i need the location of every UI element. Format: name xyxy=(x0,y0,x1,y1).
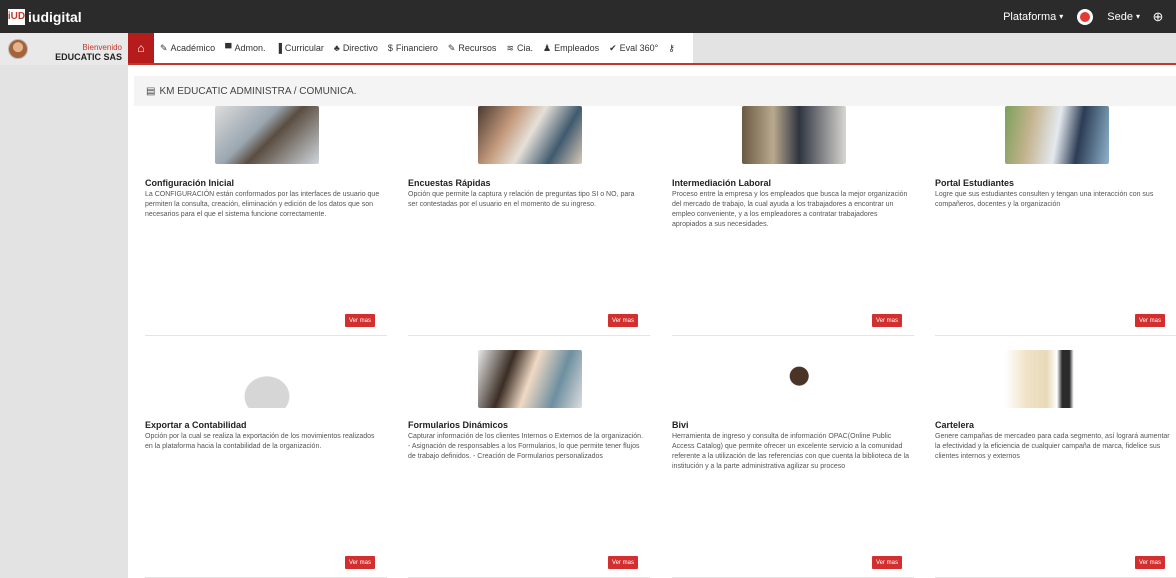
ver-mas-button[interactable]: Ver mas xyxy=(345,556,375,569)
module-card: Configuración Inicial La CONFIGURACIÓN es… xyxy=(145,106,387,336)
home-icon[interactable]: ⌂ xyxy=(128,33,154,63)
card-title: Exportar a Contabilidad xyxy=(145,420,247,430)
module-card: Intermediación Laboral Proceso entre la e… xyxy=(672,106,914,336)
card-title: Cartelera xyxy=(935,420,975,430)
card-title: Bivi xyxy=(672,420,689,430)
card-description: Genere campañas de mercadeo para cada se… xyxy=(935,433,1170,460)
ver-mas-button[interactable]: Ver mas xyxy=(608,556,638,569)
section-title: KM EDUCATIC ADMINISTRA / COMUNICA. xyxy=(159,85,357,97)
ver-mas-button[interactable]: Ver mas xyxy=(1135,556,1165,569)
wrench-icon: ✎ xyxy=(447,42,456,53)
sede-dropdown[interactable]: Sede ▾ xyxy=(1107,11,1140,23)
menu-item-label: Académico xyxy=(170,43,216,53)
module-card: Portal Estudiantes Logre que sus estudian… xyxy=(935,106,1176,336)
card-description: Logre que sus estudiantes consulten y te… xyxy=(935,191,1154,208)
card-image xyxy=(478,350,582,408)
module-card: Cartelera Genere campañas de mercadeo par… xyxy=(935,348,1176,578)
users-icon: ♣ xyxy=(333,43,340,53)
key-icon: ⚷ xyxy=(668,42,675,53)
menu-item-label: Directivo xyxy=(342,43,378,53)
list-icon: ▤ xyxy=(146,85,156,97)
avatar[interactable] xyxy=(8,39,28,59)
menu-item-label: Eval 360° xyxy=(619,43,659,53)
card-image xyxy=(215,106,319,164)
card-description: La CONFIGURACIÓN están conformados por l… xyxy=(145,191,380,218)
menu-item-label: Admon. xyxy=(234,43,266,53)
module-card: Bivi Herramienta de ingreso y consulta de… xyxy=(672,348,914,578)
card-description: Opción por la cual se realiza la exporta… xyxy=(145,433,375,450)
card-title: Portal Estudiantes xyxy=(935,178,1015,188)
card-title: Configuración Inicial xyxy=(145,178,235,188)
card-image xyxy=(742,106,846,164)
menu-item-acad-mico[interactable]: ✎ Académico xyxy=(160,43,215,54)
menu-item-admon[interactable]: ▀ Admon. xyxy=(225,43,265,53)
ver-mas-button[interactable]: Ver mas xyxy=(1135,314,1165,327)
globe-icon[interactable]: ⊕ xyxy=(1140,9,1176,25)
pencil-icon: ✎ xyxy=(160,42,168,53)
menu-item-directivo[interactable]: ♣ Directivo xyxy=(334,43,378,53)
card-title: Encuestas Rápidas xyxy=(408,178,491,188)
main-menu: ⌂ ✎ Académico ▀ Admon. ▐ Curricular ♣ Directivo… xyxy=(128,33,1176,65)
user-box: Bienvenido EDUCATIC SAS xyxy=(0,33,128,65)
menu-item-label: Curricular xyxy=(284,43,324,53)
menu-item-label: Financiero xyxy=(395,43,438,53)
welcome-text: Bienvenido xyxy=(82,43,122,52)
card-description: Capturar información de los clientes Int… xyxy=(408,433,644,460)
platform-label: Plataforma xyxy=(1003,10,1057,23)
logo-mark: iUD xyxy=(8,8,25,25)
menu-item-label: Cia. xyxy=(516,43,533,53)
check-circle-icon: ✔ xyxy=(609,42,617,53)
book-icon: ▐ xyxy=(275,43,282,53)
card-description: Herramienta de ingreso y consulta de inf… xyxy=(672,433,909,470)
ver-mas-button[interactable]: Ver mas xyxy=(872,556,902,569)
card-description: Opción que permite la captura y relación… xyxy=(408,191,635,208)
ver-mas-button[interactable]: Ver mas xyxy=(872,314,902,327)
card-title: Formularios Dinámicos xyxy=(408,420,509,430)
ver-mas-button[interactable]: Ver mas xyxy=(345,314,375,327)
dollar-icon: $ xyxy=(387,43,393,53)
company-name: EDUCATIC SAS xyxy=(55,52,122,62)
ver-mas-button[interactable]: Ver mas xyxy=(608,314,638,327)
module-card: Formularios Dinámicos Capturar informació… xyxy=(408,348,650,578)
chevron-down-icon: ▾ xyxy=(1059,12,1064,21)
menu-item-recursos[interactable]: ✎ Recursos xyxy=(448,43,497,54)
database-icon: ≋ xyxy=(506,42,514,53)
card-image xyxy=(1005,350,1109,408)
menu-item-financiero[interactable]: $ Financiero xyxy=(388,43,438,53)
menu-items: ✎ Académico ▀ Admon. ▐ Curricular ♣ Directivo $ F… xyxy=(154,33,693,63)
module-card: Exportar a Contabilidad Opción por la cua… xyxy=(145,348,387,578)
menu-item-key[interactable]: ⚷ xyxy=(668,43,675,54)
top-right-controls: Plataforma ▾ Sede ▾ ⊕ xyxy=(1003,0,1176,33)
swirl-logo-icon[interactable] xyxy=(1077,8,1094,25)
card-description: Proceso entre la empresa y los empleados… xyxy=(672,191,908,228)
menu-item-label: Empleados xyxy=(554,43,600,53)
menu-filler xyxy=(692,33,1176,63)
sidebar: Bienvenido EDUCATIC SAS xyxy=(0,33,128,578)
menu-item-empleados[interactable]: ♟ Empleados xyxy=(543,43,599,54)
section-header: ▤ KM EDUCATIC ADMINISTRA / COMUNICA. xyxy=(134,76,1176,106)
brand-name: iudigital xyxy=(28,8,82,25)
card-image xyxy=(742,350,846,408)
briefcase-icon: ▀ xyxy=(225,43,232,53)
card-title: Intermediación Laboral xyxy=(672,178,772,188)
menu-item-eval-360[interactable]: ✔ Eval 360° xyxy=(609,43,658,54)
sede-label: Sede xyxy=(1107,10,1133,23)
module-card: Encuestas Rápidas Opción que permite la c… xyxy=(408,106,650,336)
employees-icon: ♟ xyxy=(543,42,552,53)
menu-item-label: Recursos xyxy=(458,43,497,53)
card-image xyxy=(1005,106,1109,164)
logo[interactable]: iUD iudigital xyxy=(8,8,82,25)
platform-dropdown[interactable]: Plataforma ▾ xyxy=(1003,11,1063,23)
menu-item-cia[interactable]: ≋ Cia. xyxy=(506,43,533,54)
card-image xyxy=(478,106,582,164)
top-bar: iUD iudigital Plataforma ▾ Sede ▾ ⊕ xyxy=(0,0,1176,33)
menu-item-curricular[interactable]: ▐ Curricular xyxy=(276,43,324,53)
card-image xyxy=(215,350,319,408)
